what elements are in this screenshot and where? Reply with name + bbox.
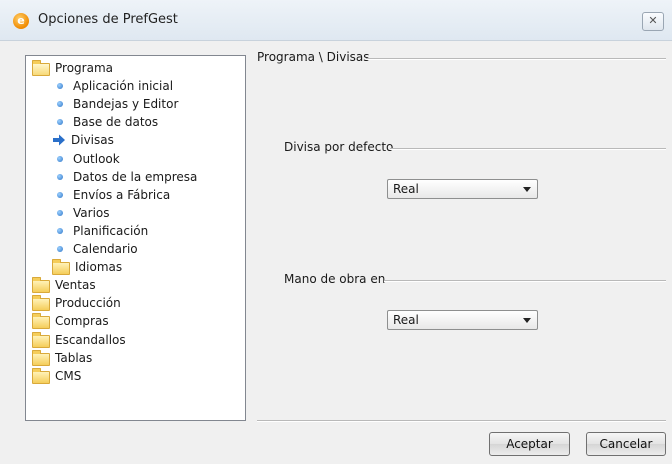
tree-item[interactable]: Programa bbox=[32, 59, 113, 77]
tree-item[interactable]: CMS bbox=[32, 367, 81, 385]
bullet-icon bbox=[57, 227, 63, 234]
arrow-right-icon bbox=[53, 134, 65, 146]
tree-item[interactable]: Ventas bbox=[32, 276, 96, 294]
mano-select-value: Real bbox=[393, 313, 419, 327]
tree-item-label: CMS bbox=[55, 368, 82, 383]
tree-item-label: Programa bbox=[55, 61, 113, 75]
tree-item-label: Escandallos bbox=[55, 332, 126, 347]
mano-label: Mano de obra en bbox=[284, 272, 386, 286]
bullet-icon bbox=[57, 209, 63, 216]
tree-item-label: Producción bbox=[55, 296, 121, 311]
footer-divider bbox=[257, 420, 666, 422]
options-dialog: e Opciones de PrefGest ✕ Programa Aplicac… bbox=[0, 0, 672, 464]
bullet-icon bbox=[57, 83, 63, 90]
tree-item-label: Ventas bbox=[55, 278, 96, 293]
accept-button[interactable]: Aceptar bbox=[489, 432, 570, 456]
tree-item-label: Base de datos bbox=[73, 115, 159, 130]
tree-item-label: Varios bbox=[73, 205, 110, 220]
tree-item-label: Divisas bbox=[71, 133, 114, 148]
title-bar[interactable]: e Opciones de PrefGest ✕ bbox=[0, 0, 672, 41]
bullet-icon bbox=[57, 173, 63, 180]
chevron-down-icon bbox=[523, 318, 531, 323]
folder-icon bbox=[32, 295, 50, 312]
tree-item-label: Calendario bbox=[73, 242, 138, 256]
tree-item[interactable]: Aplicación inicial bbox=[52, 77, 173, 95]
folder-icon bbox=[32, 349, 50, 366]
mano-divider bbox=[384, 280, 666, 282]
tree-item[interactable]: Idiomas bbox=[52, 258, 122, 276]
tree-item-label: Compras bbox=[55, 314, 109, 329]
tree-item[interactable]: Divisas bbox=[52, 131, 114, 149]
tree-item-label: Datos de la empresa bbox=[73, 169, 198, 184]
panel-breadcrumb: Programa \ Divisas bbox=[257, 50, 370, 64]
tree-item[interactable]: Base de datos bbox=[52, 113, 158, 131]
tree-item[interactable]: Tablas bbox=[32, 349, 92, 367]
tree-item-label: Aplicación inicial bbox=[73, 79, 174, 94]
options-tree[interactable]: Programa Aplicación inicial Bandejas y Edi… bbox=[25, 55, 246, 421]
tree-item[interactable]: Planificación bbox=[52, 222, 148, 240]
folder-open-icon bbox=[32, 60, 50, 76]
folder-icon bbox=[32, 277, 50, 294]
folder-icon bbox=[52, 259, 70, 276]
divisa-select[interactable]: Real bbox=[387, 179, 538, 199]
tree-item[interactable]: Envíos a Fábrica bbox=[52, 186, 170, 204]
cancel-button[interactable]: Cancelar bbox=[586, 432, 666, 456]
bullet-icon bbox=[57, 191, 63, 198]
folder-icon bbox=[32, 313, 50, 330]
tree-item-label: Tablas bbox=[55, 350, 93, 365]
tree-item-label: Idiomas bbox=[75, 260, 123, 275]
folder-icon bbox=[32, 367, 50, 384]
breadcrumb-divider bbox=[366, 58, 666, 60]
tree-item[interactable]: Datos de la empresa bbox=[52, 168, 197, 186]
divisa-label: Divisa por defecto bbox=[284, 140, 394, 154]
tree-item-label: Bandejas y Editor bbox=[73, 97, 179, 112]
tree-item[interactable]: Outlook bbox=[52, 150, 120, 168]
bullet-icon bbox=[57, 119, 63, 126]
tree-item-label: Envíos a Fábrica bbox=[73, 187, 171, 202]
tree-item[interactable]: Compras bbox=[32, 312, 109, 330]
tree-item[interactable]: Varios bbox=[52, 204, 110, 222]
tree-item[interactable]: Calendario bbox=[52, 240, 138, 258]
divisa-divider bbox=[390, 148, 666, 150]
prefgest-logo-icon: e bbox=[13, 13, 29, 29]
chevron-down-icon bbox=[523, 187, 531, 192]
divisa-select-value: Real bbox=[393, 182, 419, 196]
mano-select[interactable]: Real bbox=[387, 310, 538, 330]
bullet-icon bbox=[57, 101, 63, 108]
tree-item[interactable]: Bandejas y Editor bbox=[52, 95, 178, 113]
tree-item[interactable]: Escandallos bbox=[32, 331, 126, 349]
bullet-icon bbox=[57, 155, 63, 162]
folder-icon bbox=[32, 331, 50, 348]
close-button[interactable]: ✕ bbox=[642, 12, 664, 31]
bullet-icon bbox=[57, 246, 63, 252]
tree-item-label: Outlook bbox=[73, 151, 120, 166]
window-title: Opciones de PrefGest bbox=[38, 12, 178, 27]
tree-item-label: Planificación bbox=[73, 223, 149, 238]
tree-item[interactable]: Producción bbox=[32, 294, 121, 312]
